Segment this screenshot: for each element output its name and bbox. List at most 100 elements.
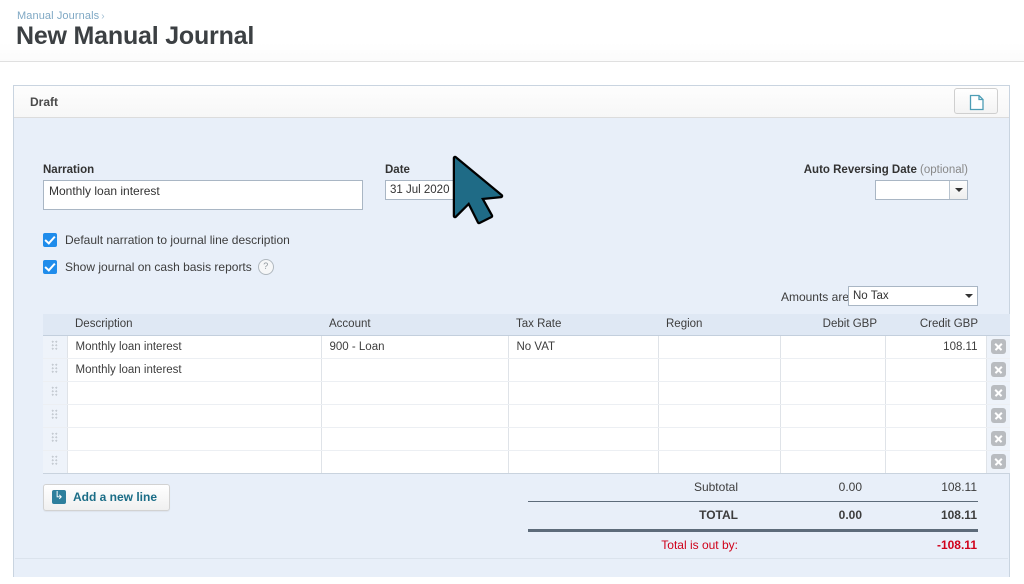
- table-row[interactable]: [43, 427, 1010, 451]
- auto-reversing-date-field-group[interactable]: [875, 180, 968, 200]
- subtotal-row: Subtotal 0.00 108.11: [498, 474, 978, 501]
- totals-block: Subtotal 0.00 108.11 TOTAL 0.00 108.11 T…: [498, 474, 978, 559]
- delete-row-close-icon[interactable]: [990, 385, 1006, 400]
- amounts-are-chevron-down-icon[interactable]: [961, 287, 977, 305]
- checkbox-default-narration[interactable]: [43, 233, 57, 247]
- cell-region[interactable]: [658, 404, 781, 428]
- cell-tax-rate[interactable]: [508, 358, 659, 382]
- row-drag-handle-cell[interactable]: [43, 381, 68, 405]
- delete-row-close-icon[interactable]: [990, 431, 1006, 446]
- table-row[interactable]: [43, 404, 1010, 428]
- file-document-button[interactable]: [954, 88, 998, 114]
- column-header-account: Account: [321, 314, 508, 336]
- table-row[interactable]: [43, 450, 1010, 474]
- cell-description[interactable]: [67, 381, 322, 405]
- cell-debit[interactable]: [780, 427, 886, 451]
- status-badge-draft: Draft: [30, 95, 59, 109]
- row-delete-cell[interactable]: [986, 404, 1010, 428]
- add-a-new-line-button[interactable]: Add a new line: [43, 483, 171, 511]
- cell-debit[interactable]: [780, 335, 886, 359]
- cell-account[interactable]: [321, 427, 509, 451]
- auto-reversing-date-label: Auto Reversing Date (optional): [804, 164, 968, 176]
- cell-tax-rate[interactable]: [508, 427, 659, 451]
- cell-debit[interactable]: [780, 450, 886, 474]
- cell-credit[interactable]: [885, 427, 987, 451]
- drag-handle-icon[interactable]: [51, 431, 59, 443]
- amounts-are-selected-value: No Tax: [853, 290, 889, 302]
- narration-input[interactable]: [43, 180, 363, 210]
- checkbox-cash-basis-reports[interactable]: [43, 260, 57, 274]
- cell-description[interactable]: [67, 450, 322, 474]
- drag-handle-icon[interactable]: [51, 362, 59, 374]
- subtotal-debit-value: 0.00: [838, 480, 862, 494]
- cell-description[interactable]: [67, 404, 322, 428]
- row-drag-handle-cell[interactable]: [43, 404, 68, 428]
- drag-handle-icon[interactable]: [51, 454, 59, 466]
- cell-tax-rate[interactable]: [508, 450, 659, 474]
- table-row[interactable]: Monthly loan interest 900 - Loan No VAT …: [43, 335, 1010, 359]
- row-drag-handle-cell[interactable]: [43, 450, 68, 474]
- cell-debit[interactable]: [780, 358, 886, 382]
- breadcrumb: Manual Journals ›: [17, 10, 105, 22]
- table-row[interactable]: Monthly loan interest: [43, 358, 1010, 382]
- row-drag-handle-cell[interactable]: [43, 335, 68, 359]
- breadcrumb-link-manual-journals[interactable]: Manual Journals: [17, 10, 99, 22]
- checkbox-row-cash-basis[interactable]: Show journal on cash basis reports ?: [43, 259, 274, 275]
- cell-description[interactable]: Monthly loan interest: [67, 335, 322, 359]
- column-header-tax-rate: Tax Rate: [508, 314, 658, 336]
- cell-account[interactable]: [321, 358, 509, 382]
- row-delete-cell[interactable]: [986, 427, 1010, 451]
- auto-reversing-dropdown-chevron-down-icon[interactable]: [949, 181, 967, 199]
- checkbox-label-default-narration: Default narration to journal line descri…: [65, 233, 290, 247]
- cell-credit[interactable]: [885, 450, 987, 474]
- auto-reversing-date-input[interactable]: [876, 181, 949, 199]
- panel-header: Draft: [14, 86, 1009, 118]
- cell-credit[interactable]: [885, 381, 987, 405]
- checkbox-row-default-narration[interactable]: Default narration to journal line descri…: [43, 233, 290, 247]
- date-dropdown-chevron-down-icon[interactable]: [459, 181, 477, 199]
- cell-credit[interactable]: [885, 404, 987, 428]
- delete-row-close-icon[interactable]: [990, 408, 1006, 423]
- table-header-handle-spacer: [43, 314, 67, 336]
- delete-row-close-icon[interactable]: [990, 339, 1006, 354]
- cell-credit[interactable]: 108.11: [885, 335, 987, 359]
- help-question-icon[interactable]: ?: [257, 259, 274, 275]
- amounts-are-select[interactable]: No Tax: [848, 286, 978, 306]
- row-drag-handle-cell[interactable]: [43, 427, 68, 451]
- cell-account[interactable]: [321, 450, 509, 474]
- cell-tax-rate[interactable]: [508, 381, 659, 405]
- breadcrumb-separator: ›: [101, 11, 105, 22]
- row-delete-cell[interactable]: [986, 450, 1010, 474]
- cell-region[interactable]: [658, 450, 781, 474]
- drag-handle-icon[interactable]: [51, 385, 59, 397]
- cell-region[interactable]: [658, 358, 781, 382]
- cell-description[interactable]: [67, 427, 322, 451]
- journal-form: Narration Date Auto Reversing Date (opti…: [14, 118, 1009, 283]
- cell-region[interactable]: [658, 335, 781, 359]
- row-delete-cell[interactable]: [986, 381, 1010, 405]
- delete-row-close-icon[interactable]: [990, 454, 1006, 469]
- cell-debit[interactable]: [780, 381, 886, 405]
- cell-tax-rate[interactable]: [508, 404, 659, 428]
- cell-region[interactable]: [658, 427, 781, 451]
- drag-handle-icon[interactable]: [51, 408, 59, 420]
- cell-description[interactable]: Monthly loan interest: [67, 358, 322, 382]
- cell-region[interactable]: [658, 381, 781, 405]
- row-delete-cell[interactable]: [986, 335, 1010, 359]
- cell-tax-rate[interactable]: No VAT: [508, 335, 659, 359]
- cell-account[interactable]: [321, 404, 509, 428]
- table-row[interactable]: [43, 381, 1010, 405]
- delete-row-close-icon[interactable]: [990, 362, 1006, 377]
- row-delete-cell[interactable]: [986, 358, 1010, 382]
- date-input[interactable]: [386, 181, 459, 199]
- checkbox-label-cash-basis-reports: Show journal on cash basis reports: [65, 260, 252, 274]
- cell-credit[interactable]: [885, 358, 987, 382]
- auto-reversing-date-optional-text: (optional): [920, 164, 968, 176]
- total-label: TOTAL: [699, 508, 738, 522]
- cell-account[interactable]: [321, 381, 509, 405]
- cell-debit[interactable]: [780, 404, 886, 428]
- drag-handle-icon[interactable]: [51, 339, 59, 351]
- date-field-group[interactable]: [385, 180, 478, 200]
- cell-account[interactable]: 900 - Loan: [321, 335, 509, 359]
- row-drag-handle-cell[interactable]: [43, 358, 68, 382]
